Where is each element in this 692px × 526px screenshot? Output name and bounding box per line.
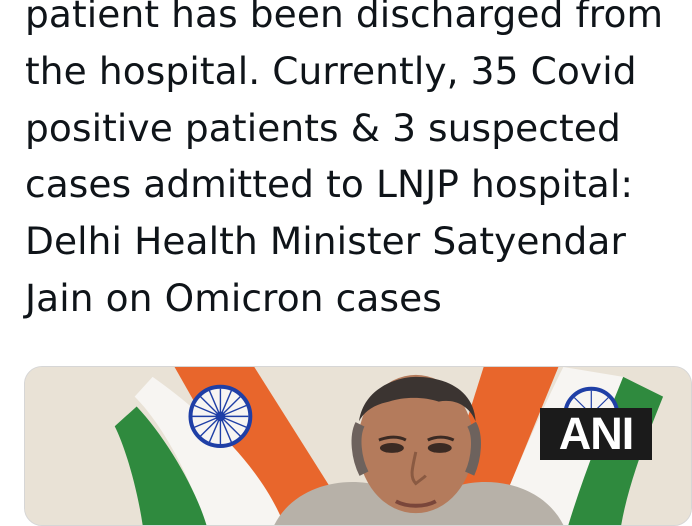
ani-watermark-logo: ANI	[540, 408, 652, 460]
tweet-text: patient has been discharged from the hos…	[25, 0, 664, 320]
